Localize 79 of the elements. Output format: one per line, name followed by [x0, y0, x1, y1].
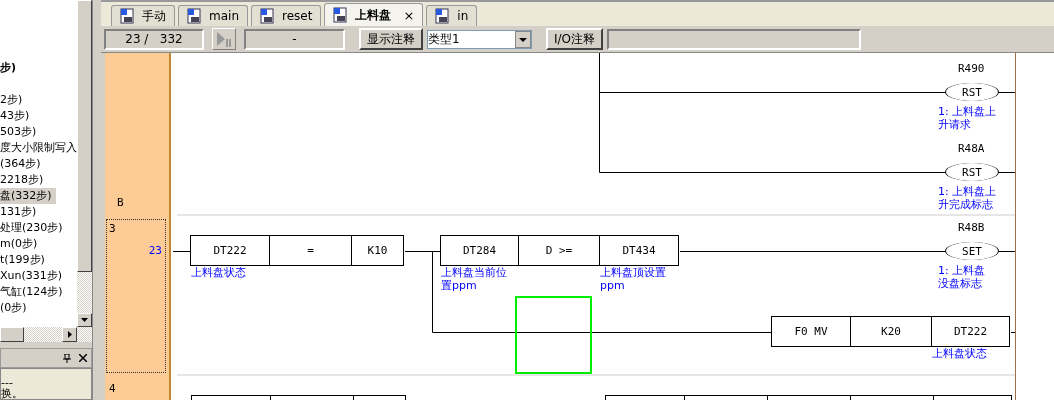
document-icon [435, 8, 452, 24]
document-icon [260, 8, 276, 24]
file-tab[interactable]: 手动 [111, 5, 175, 26]
file-tab[interactable]: main [178, 5, 248, 26]
step-number: 23 [148, 244, 162, 257]
tree-item[interactable]: m(0步) [0, 236, 42, 252]
device-comment: 上料盘状态 [932, 347, 987, 360]
tree-item[interactable]: (364步) [0, 156, 45, 172]
instruction-cell[interactable]: K20 [850, 316, 932, 347]
step-pause-icon [215, 30, 233, 48]
rung-label: 3 [109, 222, 116, 235]
tree-item[interactable]: 度大小限制写入 [0, 140, 77, 156]
instruction-cell[interactable]: DT284 [440, 235, 519, 266]
instruction-cell[interactable]: D >= [518, 235, 600, 266]
down-arrow-icon [81, 318, 88, 323]
rung-number-cell[interactable]: 3 23 [106, 219, 166, 373]
device-address: R48B [958, 221, 985, 234]
tree-item[interactable]: 503步) [0, 124, 41, 140]
position-field: 23 / 332 [104, 28, 204, 50]
pin-icon[interactable] [63, 353, 71, 363]
coil[interactable]: RST [945, 163, 999, 181]
tab-label: main [209, 9, 239, 23]
rung-number-cell[interactable]: 4 [106, 379, 166, 400]
tree-item[interactable]: 步) [0, 60, 21, 76]
device-comment: 上料盘顶设置 ppm [600, 266, 666, 292]
coil[interactable]: SET [945, 242, 999, 260]
tree-item[interactable]: 2步) [0, 92, 27, 108]
tab-label: 上料盘 [355, 6, 392, 24]
tree-item[interactable]: Xun(331步) [0, 268, 67, 284]
type-dropdown[interactable]: 类型1 [427, 29, 532, 49]
instruction-cell[interactable]: DT222 [931, 316, 1010, 347]
device-comment: 上料盘状态 [191, 266, 246, 279]
tab-label: in [457, 9, 469, 23]
scrollbar-thumb[interactable] [77, 0, 92, 272]
file-tab[interactable]: 上料盘 × [324, 3, 424, 26]
tree-item[interactable]: (0步) [0, 300, 31, 316]
tree-item[interactable]: 气缸(124步) [0, 284, 67, 300]
rung-number-cell[interactable]: B [106, 53, 166, 211]
dropdown-value: 类型1 [428, 30, 460, 48]
io-comments-button[interactable]: I/O注释 [546, 28, 604, 50]
coil[interactable]: RST [945, 83, 999, 101]
scroll-right-button[interactable] [62, 327, 77, 343]
right-arrow-icon [67, 331, 72, 339]
status-field: - [244, 28, 345, 50]
device-address: R48A [958, 142, 985, 155]
rung-label: 4 [109, 382, 116, 395]
document-icon [333, 7, 350, 23]
device-comment: 上料盘当前位 置ppm [441, 266, 507, 292]
instruction-cell[interactable]: = [269, 235, 352, 266]
device-comment: 1: 上料盘上 升请求 [938, 105, 997, 131]
text-field[interactable] [607, 28, 862, 50]
instruction-cell[interactable]: K10 [351, 235, 404, 266]
device-address: R490 [958, 62, 985, 75]
tab-label: 手动 [142, 7, 166, 25]
show-comments-button[interactable]: 显示注释 [359, 28, 423, 50]
rung-label: B [117, 196, 124, 209]
device-comment: 1: 上料盘 没盘标志 [938, 264, 986, 290]
panel-text: 换。 [1, 388, 24, 399]
tree-item[interactable]: 43步) [0, 108, 34, 124]
step-pause-button[interactable] [212, 28, 236, 50]
close-icon[interactable] [79, 354, 87, 363]
scroll-down-button[interactable] [77, 313, 92, 328]
panel-text: --- [1, 377, 14, 388]
instruction-cell[interactable]: DT434 [599, 235, 679, 266]
instruction-cell[interactable]: F0 MV [771, 316, 851, 347]
instruction-cell[interactable]: DT222 [190, 235, 270, 266]
file-tab[interactable]: in [426, 5, 478, 26]
device-comment: 1: 上料盘上 升完成标志 [938, 185, 997, 211]
tree-item[interactable]: 2218步) [0, 172, 48, 188]
tree-item[interactable]: t(199步) [0, 252, 49, 268]
document-icon [187, 8, 203, 24]
close-tab-button[interactable]: × [403, 7, 415, 23]
tree-item[interactable]: 处理(230步) [0, 220, 67, 236]
tree-item[interactable]: 盘(332步) [0, 188, 56, 204]
scrollbar-thumb[interactable] [0, 327, 24, 343]
tree-item[interactable]: 131步) [0, 204, 41, 220]
file-tab[interactable]: reset [251, 5, 322, 26]
tab-label: reset [282, 9, 313, 23]
document-icon [120, 8, 136, 24]
